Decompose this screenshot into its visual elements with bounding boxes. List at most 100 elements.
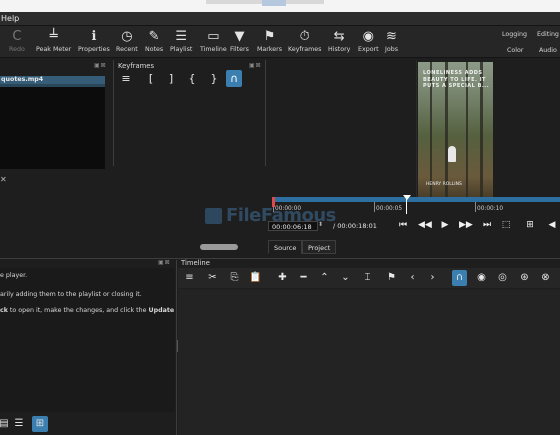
ruler-tick <box>475 202 476 212</box>
layout-editing[interactable]: Editing <box>537 31 559 38</box>
scrub-icon[interactable]: ◉ <box>474 270 489 286</box>
tab-source[interactable]: Source <box>268 240 303 254</box>
skip-to-end-icon[interactable]: ⏭ <box>481 220 493 230</box>
export-button[interactable]: ◉ Export <box>358 29 379 53</box>
markers-button[interactable]: ⚑ Markers <box>257 29 282 53</box>
properties-help-bold: Update <box>148 307 175 314</box>
markers-label: Markers <box>257 46 283 53</box>
append-icon[interactable]: ✚ <box>275 270 290 286</box>
horizontal-scrollbar[interactable] <box>200 244 238 250</box>
playlist-icon: ☰ <box>175 29 188 44</box>
timeline-title: Timeline <box>181 259 210 267</box>
history-icon: ⇆ <box>333 29 345 44</box>
ruler-range-bar <box>273 197 560 202</box>
tab-project[interactable]: Project <box>302 240 337 254</box>
panel-float-icon[interactable]: ▣⊠ <box>94 62 107 69</box>
anim-out-button[interactable]: } <box>206 70 222 87</box>
jobs-icon: ≋ <box>386 29 397 44</box>
keyframes-menu-button[interactable]: ≡ <box>118 70 134 87</box>
properties-button[interactable]: ℹ Properties <box>78 29 110 53</box>
grid-icon[interactable]: ⊞ <box>524 220 536 230</box>
grid-view-icon[interactable]: ⊞ <box>32 416 48 432</box>
overwrite-icon[interactable]: ⌄ <box>338 270 353 286</box>
copy-icon[interactable]: ⎘ <box>227 270 242 286</box>
total-duration: / 00:00:18:01 <box>333 222 377 230</box>
timeline-label: Timeline <box>200 46 227 53</box>
previous-marker-icon[interactable]: ‹ <box>405 270 420 286</box>
filters-label: Filters <box>230 46 249 53</box>
filters-button[interactable]: ▼ Filters <box>230 29 249 53</box>
video-figure <box>448 146 456 162</box>
history-button[interactable]: ⇆ History <box>328 29 350 53</box>
toggle-zoom-icon[interactable]: ⬚ <box>500 220 512 230</box>
redo-icon: C <box>12 29 22 44</box>
remove-icon[interactable]: ━ <box>296 270 311 286</box>
recent-icon: ◷ <box>121 29 133 44</box>
volume-icon[interactable]: ◀ <box>546 220 558 230</box>
layout-logging[interactable]: Logging <box>502 31 527 38</box>
history-label: History <box>328 46 351 53</box>
export-icon: ◉ <box>362 29 374 44</box>
cut-icon[interactable]: ✂ <box>205 270 220 286</box>
panel-divider <box>265 60 266 166</box>
keyframes-icon: ⏱ <box>299 29 310 44</box>
layout-audio[interactable]: Audio <box>539 47 557 54</box>
playlist-item[interactable]: quotes.mp4 <box>0 76 105 84</box>
properties-float-icon[interactable]: ▣⊠ <box>158 259 171 266</box>
jobs-button[interactable]: ≋ Jobs <box>385 29 398 53</box>
playlist-button[interactable]: ☰ Playlist <box>170 29 192 53</box>
notes-button[interactable]: ✎ Notes <box>145 29 163 53</box>
rewind-icon[interactable]: ◀◀ <box>418 220 432 230</box>
redo-button[interactable]: C Redo <box>9 29 25 53</box>
jobs-label: Jobs <box>385 46 398 53</box>
timeline-button[interactable]: ▭ Timeline <box>200 29 227 53</box>
ripple-all-icon[interactable]: ⊛ <box>517 270 532 286</box>
skip-to-start-icon[interactable]: ⏮ <box>397 220 409 230</box>
trim-in-button[interactable]: [ <box>143 70 159 87</box>
paste-icon[interactable]: 📋 <box>248 270 263 286</box>
main-toolbar: C Redo ╧ Peak Meter ℹ Properties ◷ Recent ✎ Notes… <box>0 26 560 58</box>
keyframes-float-icon[interactable]: ▣⊠ <box>249 62 262 69</box>
watermark-logo <box>205 208 222 224</box>
close-icon[interactable]: ✕ <box>0 175 7 184</box>
snap-icon[interactable]: ∩ <box>226 70 242 87</box>
top-strip-accent <box>262 0 286 6</box>
split-icon[interactable]: ⌶ <box>360 270 375 286</box>
current-timecode-field[interactable]: 00:00:06:18 <box>268 221 318 231</box>
ruler-label: 00:00:10 <box>477 206 504 212</box>
splitter-handle[interactable] <box>177 340 178 352</box>
redo-label: Redo <box>9 46 25 53</box>
marker-icon[interactable]: ⚑ <box>384 270 399 286</box>
playlist-item-detail <box>0 84 105 87</box>
trim-out-button[interactable]: ] <box>163 70 179 87</box>
lift-icon[interactable]: ⌃ <box>317 270 332 286</box>
recent-button[interactable]: ◷ Recent <box>116 29 138 53</box>
next-marker-icon[interactable]: › <box>425 270 440 286</box>
keyframes-button[interactable]: ⏱ Keyframes <box>288 29 321 53</box>
properties-label: Properties <box>78 46 110 53</box>
timeline-menu-icon[interactable]: ≡ <box>182 270 197 286</box>
playhead-handle[interactable] <box>403 195 411 200</box>
timeline-tracks-area[interactable] <box>178 289 560 435</box>
fast-forward-icon[interactable]: ▶▶ <box>459 220 473 230</box>
ruler-tick <box>374 202 375 212</box>
snap-icon[interactable]: ∩ <box>452 270 467 286</box>
anim-in-button[interactable]: { <box>184 70 200 87</box>
properties-help-line: ck to open it, make the changes, and cli… <box>0 307 174 314</box>
timecode-spinner-icon[interactable]: ⬍ <box>318 221 323 228</box>
properties-panel <box>0 268 175 412</box>
menu-help[interactable]: Help <box>1 14 19 23</box>
ripple-icon[interactable]: ◎ <box>495 270 510 286</box>
layout-color[interactable]: Color <box>507 47 523 54</box>
keyframes-label: Keyframes <box>288 46 322 53</box>
list-view-icon[interactable]: ☰ <box>11 416 27 432</box>
markers-icon: ⚑ <box>263 29 276 44</box>
peak-meter-button[interactable]: ╧ Peak Meter <box>36 29 71 53</box>
playlist-list[interactable]: quotes.mp4 <box>0 76 105 169</box>
peak-meter-label: Peak Meter <box>36 46 72 53</box>
properties-help-line: e player. <box>0 272 28 279</box>
properties-help-bold: ck <box>0 307 8 314</box>
video-preview[interactable]: LONELINESS ADDS BEAUTY TO LIFE. IT PUTS … <box>418 62 493 197</box>
ripple-markers-icon[interactable]: ⊗ <box>538 270 553 286</box>
play-icon[interactable]: ▶ <box>439 220 451 230</box>
